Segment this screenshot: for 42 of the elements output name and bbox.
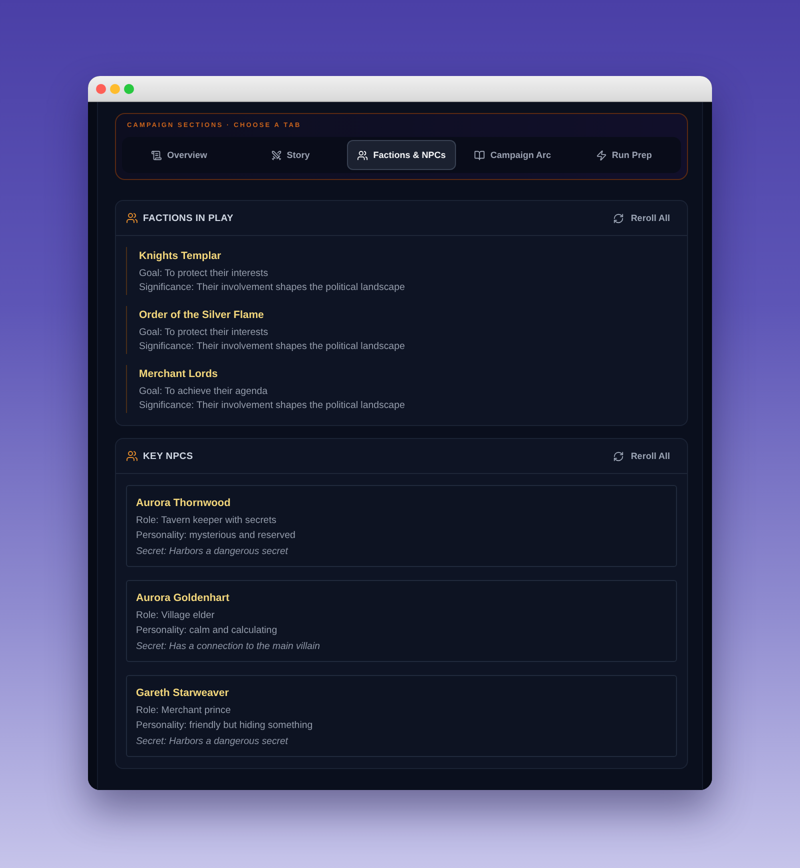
faction-goal: Goal: To achieve their agenda bbox=[139, 385, 268, 399]
npc-role: Role: Merchant prince bbox=[136, 704, 231, 718]
npc-secret: Secret: Harbors a dangerous secret bbox=[136, 735, 288, 749]
faction-name: Knights Templar bbox=[139, 249, 222, 263]
open-book-icon bbox=[474, 150, 486, 160]
window-close-button[interactable] bbox=[96, 84, 106, 94]
faction-name: Merchant Lords bbox=[139, 367, 218, 381]
lightning-icon bbox=[596, 150, 607, 160]
section-tab[interactable]: Overview bbox=[125, 140, 234, 170]
npc-name: Gareth Starweaver bbox=[136, 686, 229, 700]
faction-goal: Goal: To protect their interests bbox=[139, 267, 268, 281]
npc-role: Role: Village elder bbox=[136, 609, 214, 623]
npc-role: Role: Tavern keeper with secrets bbox=[136, 514, 276, 528]
window-minimize-button[interactable] bbox=[110, 84, 120, 94]
faction-goal: Goal: To protect their interests bbox=[139, 326, 268, 340]
section-tab[interactable]: Run Prep bbox=[570, 140, 678, 170]
npc-personality: Personality: friendly but hiding something bbox=[136, 719, 313, 733]
crossed-swords-icon bbox=[270, 150, 282, 160]
section-title: KEY NPCS bbox=[143, 450, 193, 462]
section-tab[interactable]: Factions & NPCs bbox=[347, 140, 456, 170]
npc-personality: Personality: calm and calculating bbox=[136, 624, 278, 638]
reroll-all-button[interactable]: Reroll All bbox=[612, 448, 670, 464]
scroll-icon bbox=[151, 150, 162, 160]
window-maximize-button[interactable] bbox=[124, 84, 134, 94]
refresh-icon bbox=[612, 450, 624, 462]
faction-significance: Significance: Their involvement shapes the political landscape bbox=[139, 340, 405, 354]
people-icon bbox=[126, 450, 138, 462]
people-icon bbox=[126, 212, 138, 224]
section-tab[interactable]: Story bbox=[236, 140, 344, 170]
npc-personality: Personality: mysterious and reserved bbox=[136, 529, 296, 543]
faction-significance: Significance: Their involvement shapes the political landscape bbox=[139, 281, 405, 295]
refresh-icon bbox=[612, 212, 624, 224]
npc-name: Aurora Thornwood bbox=[136, 496, 230, 510]
section-title: FACTIONS IN PLAY bbox=[143, 212, 234, 224]
reroll-all-button[interactable]: Reroll All bbox=[612, 210, 670, 226]
faction-name: Order of the Silver Flame bbox=[139, 308, 264, 322]
faction-significance: Significance: Their involvement shapes the political landscape bbox=[139, 399, 405, 413]
npc-secret: Secret: Has a connection to the main villain bbox=[136, 640, 320, 654]
section-tab[interactable]: Campaign Arc bbox=[458, 140, 567, 170]
npc-secret: Secret: Harbors a dangerous secret bbox=[136, 545, 288, 559]
people-icon bbox=[357, 150, 368, 160]
npc-name: Aurora Goldenhart bbox=[136, 591, 230, 605]
